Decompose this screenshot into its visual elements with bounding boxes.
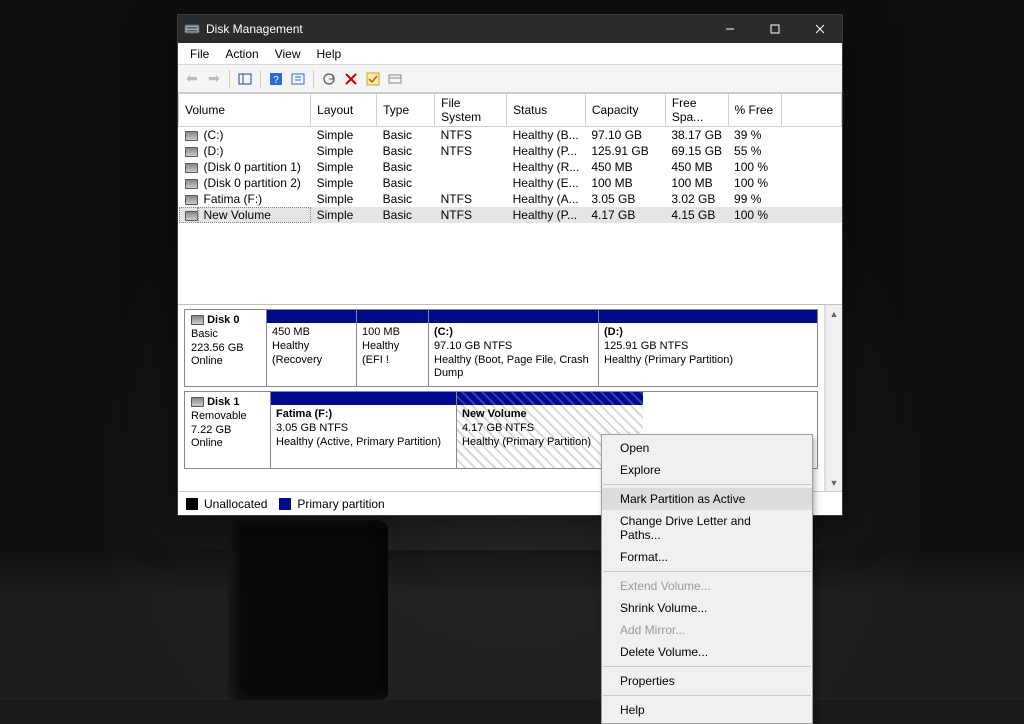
menu-item[interactable]: Open bbox=[602, 437, 812, 459]
col-type[interactable]: Type bbox=[377, 94, 435, 127]
window-title: Disk Management bbox=[206, 22, 707, 36]
mug-decor bbox=[228, 520, 388, 700]
menu-item: Add Mirror... bbox=[602, 619, 812, 641]
show-hide-icon[interactable] bbox=[235, 69, 255, 89]
disk-label[interactable]: Disk 0Basic223.56 GBOnline bbox=[185, 310, 267, 386]
table-row[interactable]: New VolumeSimpleBasicNTFS Healthy (P...4… bbox=[179, 207, 842, 223]
minimize-button[interactable] bbox=[707, 15, 752, 43]
disk-label[interactable]: Disk 1Removable7.22 GBOnline bbox=[185, 392, 271, 468]
menu-item: Extend Volume... bbox=[602, 575, 812, 597]
menu-view[interactable]: View bbox=[267, 45, 309, 63]
menu-item[interactable]: Delete Volume... bbox=[602, 641, 812, 663]
disk-icon bbox=[185, 195, 198, 205]
col-capacity[interactable]: Capacity bbox=[585, 94, 665, 127]
table-row[interactable]: (D:)SimpleBasicNTFS Healthy (P...125.91 … bbox=[179, 143, 842, 159]
col-pct[interactable]: % Free bbox=[728, 94, 781, 127]
menu-item[interactable]: Explore bbox=[602, 459, 812, 481]
menu-item[interactable]: Change Drive Letter and Paths... bbox=[602, 510, 812, 546]
disk-icon bbox=[185, 179, 198, 189]
menu-item[interactable]: Shrink Volume... bbox=[602, 597, 812, 619]
disk-row: Disk 0Basic223.56 GBOnline450 MBHealthy … bbox=[184, 309, 818, 387]
partition[interactable]: (C:)97.10 GB NTFSHealthy (Boot, Page Fil… bbox=[429, 310, 599, 386]
legend-unallocated: Unallocated bbox=[204, 497, 267, 511]
col-fs[interactable]: File System bbox=[435, 94, 507, 127]
toolbar: ⬅ ➡ ? bbox=[178, 65, 842, 93]
refresh-icon[interactable] bbox=[319, 69, 339, 89]
list-icon[interactable] bbox=[385, 69, 405, 89]
swatch-primary bbox=[279, 498, 291, 510]
svg-text:?: ? bbox=[273, 75, 279, 86]
disk-icon bbox=[185, 147, 198, 157]
partition[interactable]: 450 MBHealthy (Recovery bbox=[267, 310, 357, 386]
col-volume[interactable]: Volume bbox=[179, 94, 311, 127]
col-layout[interactable]: Layout bbox=[311, 94, 377, 127]
menu-item[interactable]: Help bbox=[602, 699, 812, 721]
table-row[interactable]: (Disk 0 partition 1)SimpleBasic Healthy … bbox=[179, 159, 842, 175]
scrollbar[interactable]: ▲ ▼ bbox=[825, 305, 842, 491]
menu-action[interactable]: Action bbox=[217, 45, 266, 63]
swatch-unallocated bbox=[186, 498, 198, 510]
app-icon bbox=[184, 21, 200, 37]
help-icon[interactable]: ? bbox=[266, 69, 286, 89]
delete-icon[interactable] bbox=[341, 69, 361, 89]
disk-icon bbox=[185, 211, 198, 221]
back-icon[interactable]: ⬅ bbox=[182, 69, 202, 89]
forward-icon[interactable]: ➡ bbox=[204, 69, 224, 89]
table-row[interactable]: (Disk 0 partition 2)SimpleBasic Healthy … bbox=[179, 175, 842, 191]
table-row[interactable]: (C:)SimpleBasicNTFS Healthy (B...97.10 G… bbox=[179, 127, 842, 144]
disk-icon bbox=[185, 131, 198, 141]
partition[interactable]: (D:)125.91 GB NTFSHealthy (Primary Parti… bbox=[599, 310, 817, 386]
partition[interactable]: Fatima (F:)3.05 GB NTFSHealthy (Active, … bbox=[271, 392, 457, 468]
menu-item[interactable]: Properties bbox=[602, 670, 812, 692]
disk-icon bbox=[185, 163, 198, 173]
volume-list[interactable]: Volume Layout Type File System Status Ca… bbox=[178, 93, 842, 305]
col-free[interactable]: Free Spa... bbox=[665, 94, 728, 127]
menu-file[interactable]: File bbox=[182, 45, 217, 63]
settings-icon[interactable] bbox=[288, 69, 308, 89]
check-icon[interactable] bbox=[363, 69, 383, 89]
titlebar[interactable]: Disk Management bbox=[178, 15, 842, 43]
legend-primary: Primary partition bbox=[297, 497, 384, 511]
column-headers[interactable]: Volume Layout Type File System Status Ca… bbox=[179, 94, 842, 127]
partition[interactable]: 100 MBHealthy (EFI ! bbox=[357, 310, 429, 386]
menubar: File Action View Help bbox=[178, 43, 842, 65]
scroll-down-icon[interactable]: ▼ bbox=[826, 474, 842, 491]
desk-surface bbox=[0, 550, 1024, 700]
menu-help[interactable]: Help bbox=[309, 45, 350, 63]
menu-item[interactable]: Mark Partition as Active bbox=[602, 488, 812, 510]
maximize-button[interactable] bbox=[752, 15, 797, 43]
context-menu: OpenExplore Mark Partition as ActiveChang… bbox=[601, 434, 813, 724]
close-button[interactable] bbox=[797, 15, 842, 43]
menu-item[interactable]: Format... bbox=[602, 546, 812, 568]
col-status[interactable]: Status bbox=[507, 94, 586, 127]
scroll-up-icon[interactable]: ▲ bbox=[826, 305, 842, 322]
table-row[interactable]: Fatima (F:)SimpleBasicNTFS Healthy (A...… bbox=[179, 191, 842, 207]
